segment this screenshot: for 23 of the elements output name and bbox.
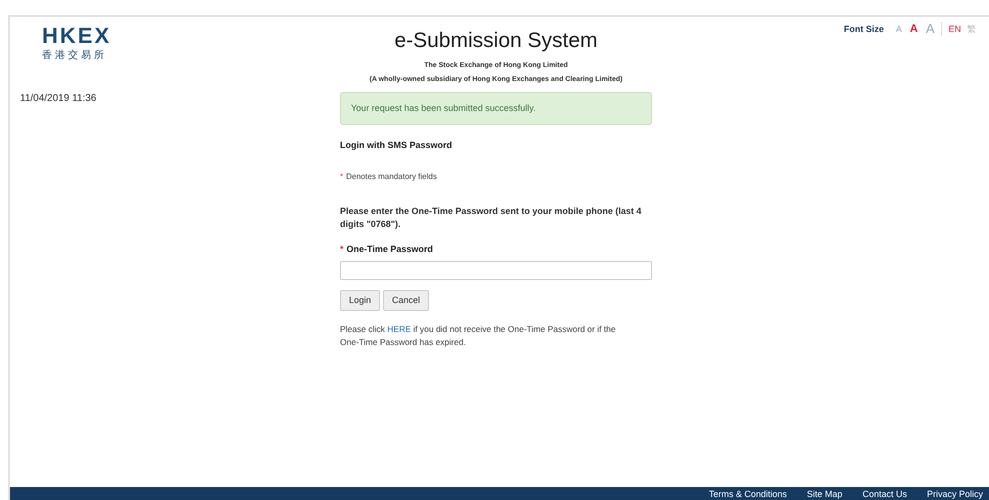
- font-size-option[interactable]: A: [906, 22, 922, 36]
- success-alert: Your request has been submitted successfully.: [340, 92, 652, 125]
- required-mark: *: [340, 242, 344, 256]
- font-size-label: Font Size: [844, 23, 884, 36]
- field-label: One-Time Password: [346, 242, 433, 256]
- form-heading: Login with SMS Password: [340, 139, 454, 152]
- help-text: Please click HERE if you did not receive the One-Time Password or if the One-Time Password has expired.: [340, 323, 617, 349]
- password-field[interactable]: [340, 261, 652, 280]
- date-time: 11/04/2019 11:36: [20, 92, 98, 106]
- mandatory-note: Denotes mandatory fields: [346, 170, 437, 182]
- footer-link[interactable]: Terms & Conditions: [708, 489, 787, 500]
- page-title: e-Submission System: [393, 28, 599, 54]
- footer-link[interactable]: Privacy Policy: [926, 489, 983, 500]
- language-option[interactable]: EN: [945, 22, 964, 36]
- logo-chinese: 香港交易所: [42, 48, 107, 63]
- form-button[interactable]: Cancel: [383, 290, 430, 311]
- required-mark: *: [340, 170, 344, 182]
- footer-link[interactable]: Contact Us: [862, 489, 907, 500]
- form-button[interactable]: Login: [340, 290, 380, 311]
- instruction-text: Please enter the One-Time Password sent to your mobile phone (last 4 digits "0768").: [340, 204, 642, 230]
- here-link[interactable]: HERE: [387, 324, 411, 334]
- footer-link[interactable]: Site Map: [806, 489, 842, 500]
- logo-wordmark: HKEX: [42, 25, 112, 47]
